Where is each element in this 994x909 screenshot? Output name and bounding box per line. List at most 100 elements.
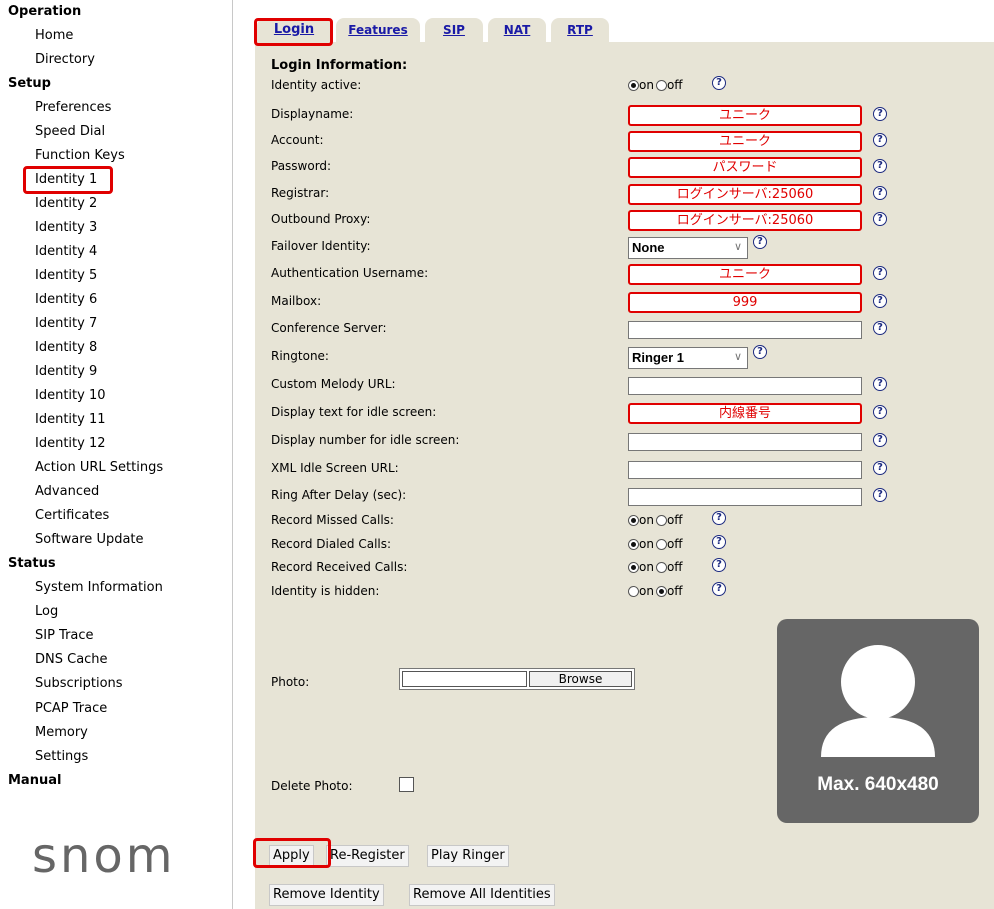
help-icon[interactable]: ? [873,266,887,280]
browse-button[interactable]: Browse [529,671,632,687]
remove-all-identities-button[interactable]: Remove All Identities [409,884,555,906]
account-input[interactable]: ユニーク [628,131,862,152]
record-missed-calls-radio-off[interactable] [655,515,667,526]
sidebar-item-subscriptions[interactable]: Subscriptions [35,676,123,691]
displayname-label: Displayname: [271,107,354,121]
record-dialed-calls-radio-off[interactable] [655,539,667,550]
photo-file-input[interactable]: Browse [399,668,635,690]
help-icon[interactable]: ? [712,535,726,549]
help-icon[interactable]: ? [873,294,887,308]
help-icon[interactable]: ? [873,461,887,475]
sidebar-item-identity-12[interactable]: Identity 12 [35,436,106,451]
display-number-for-idle-screen-input[interactable] [628,433,862,451]
reregister-button[interactable]: Re-Register [326,845,409,867]
sidebar-item-pcap-trace[interactable]: PCAP Trace [35,701,107,716]
ring-after-delay-sec-input[interactable] [628,488,862,506]
sidebar-item-system-information[interactable]: System Information [35,580,163,595]
tab-rtp[interactable]: RTP [551,18,609,42]
play-ringer-button[interactable]: Play Ringer [427,845,509,867]
help-icon[interactable]: ? [753,345,767,359]
help-icon[interactable]: ? [873,212,887,226]
avatar-preview: Max. 640x480 [777,619,979,823]
sidebar-item-software-update[interactable]: Software Update [35,532,144,547]
registrar-input[interactable]: ログインサーバ:25060 [628,184,862,205]
outbound-proxy-input[interactable]: ログインサーバ:25060 [628,210,862,231]
help-icon[interactable]: ? [873,377,887,391]
radio-on-label: on [639,560,654,574]
sidebar-item-identity-9[interactable]: Identity 9 [35,364,97,379]
chevron-down-icon: ∨ [733,350,742,363]
account-label: Account: [271,133,324,147]
sidebar-item-identity-11[interactable]: Identity 11 [35,412,106,427]
remove-identity-button[interactable]: Remove Identity [269,884,384,906]
custom-melody-url-input[interactable] [628,377,862,395]
sidebar-item-sip-trace[interactable]: SIP Trace [35,628,94,643]
identity-active-radio-on[interactable] [628,80,639,91]
sidebar-section-setup: Setup [8,76,51,91]
mailbox-input[interactable]: 999 [628,292,862,313]
help-icon[interactable]: ? [873,488,887,502]
help-icon[interactable]: ? [873,186,887,200]
sidebar-item-identity-2[interactable]: Identity 2 [35,196,97,211]
tab-sip[interactable]: SIP [425,18,483,42]
help-icon[interactable]: ? [712,511,726,525]
photo-file-path[interactable] [402,671,527,687]
highlight-login-tab [254,18,333,46]
help-icon[interactable]: ? [712,582,726,596]
help-icon[interactable]: ? [873,321,887,335]
sidebar-item-identity-4[interactable]: Identity 4 [35,244,97,259]
sidebar-item-preferences[interactable]: Preferences [35,100,111,115]
identity-active-radio-off[interactable] [655,80,667,91]
ringtone-select[interactable]: Ringer 1 ∨ [628,347,748,369]
help-icon[interactable]: ? [873,107,887,121]
radio-on-label: on [639,78,654,92]
sidebar-item-certificates[interactable]: Certificates [35,508,109,523]
identity-is-hidden-radio-on[interactable] [628,586,639,597]
sidebar-item-directory[interactable]: Directory [35,52,95,67]
failover-identity-select[interactable]: None ∨ [628,237,748,259]
help-icon[interactable]: ? [873,433,887,447]
sidebar-section-manual[interactable]: Manual [8,773,61,788]
sidebar-item-settings[interactable]: Settings [35,749,88,764]
sidebar-item-identity-6[interactable]: Identity 6 [35,292,97,307]
help-icon[interactable]: ? [753,235,767,249]
record-missed-calls-radio-on[interactable] [628,515,639,526]
sidebar-item-advanced[interactable]: Advanced [35,484,99,499]
sidebar-item-identity-5[interactable]: Identity 5 [35,268,97,283]
sidebar-item-dns-cache[interactable]: DNS Cache [35,652,108,667]
help-icon[interactable]: ? [712,76,726,90]
sidebar-item-log[interactable]: Log [35,604,58,619]
sidebar-item-identity-3[interactable]: Identity 3 [35,220,97,235]
sidebar-item-identity-7[interactable]: Identity 7 [35,316,97,331]
authentication-username-input[interactable]: ユニーク [628,264,862,285]
identity-is-hidden-radio-off[interactable] [655,586,667,597]
conference-server-input[interactable] [628,321,862,339]
highlight-apply [253,838,331,868]
record-received-calls-radio-on[interactable] [628,562,639,573]
help-icon[interactable]: ? [873,133,887,147]
custom-melody-url-label: Custom Melody URL: [271,377,396,391]
displayname-input[interactable]: ユニーク [628,105,862,126]
sidebar-item-speed-dial[interactable]: Speed Dial [35,124,105,139]
sidebar-item-function-keys[interactable]: Function Keys [35,148,125,163]
password-input[interactable]: パスワード [628,157,862,178]
record-received-calls-radio-off[interactable] [655,562,667,573]
conference-server-label: Conference Server: [271,321,387,335]
delete-photo-checkbox[interactable] [399,777,414,792]
tab-nat[interactable]: NAT [488,18,546,42]
identity-is-hidden-radio-group: on off [628,584,685,600]
display-text-for-idle-screen-input[interactable]: 内線番号 [628,403,862,424]
sidebar-item-identity-10[interactable]: Identity 10 [35,388,106,403]
help-icon[interactable]: ? [712,558,726,572]
sidebar-item-action-url-settings[interactable]: Action URL Settings [35,460,163,475]
record-dialed-calls-radio-on[interactable] [628,539,639,550]
sidebar-item-home[interactable]: Home [35,28,73,43]
sidebar-item-memory[interactable]: Memory [35,725,88,740]
chevron-down-icon: ∨ [733,240,742,253]
tab-features[interactable]: Features [336,18,420,42]
help-icon[interactable]: ? [873,159,887,173]
xml-idle-screen-url-input[interactable] [628,461,862,479]
mailbox-label: Mailbox: [271,294,322,308]
help-icon[interactable]: ? [873,405,887,419]
sidebar-item-identity-8[interactable]: Identity 8 [35,340,97,355]
